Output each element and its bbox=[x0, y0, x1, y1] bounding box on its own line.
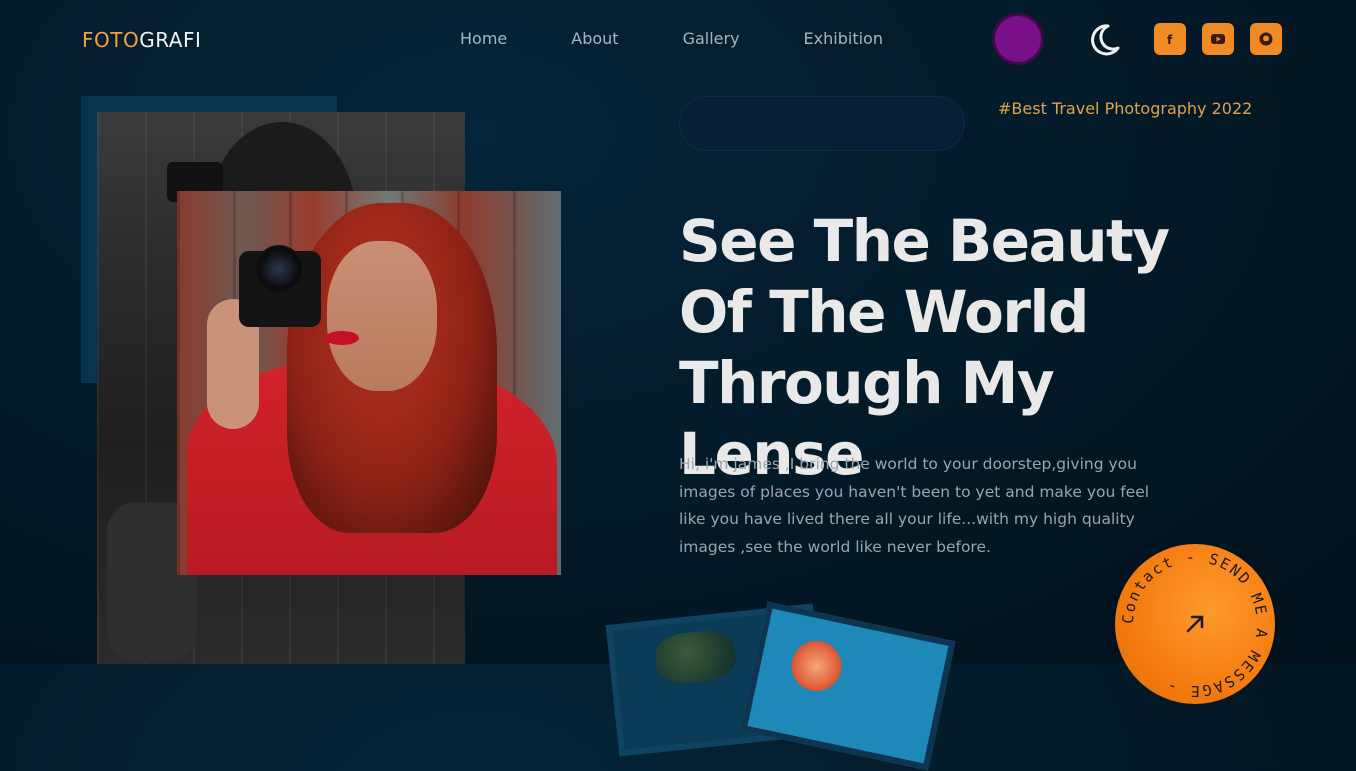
hero-photo bbox=[177, 191, 561, 575]
contact-badge[interactable]: Contact - SEND ME A MESSAGE - bbox=[1115, 544, 1275, 704]
hero-headline: See The Beauty Of The World Through My L… bbox=[679, 207, 1170, 488]
moon-icon[interactable] bbox=[1086, 22, 1122, 58]
tagline: #Best Travel Photography 2022 bbox=[998, 99, 1253, 118]
profile-circle-button[interactable] bbox=[995, 16, 1041, 62]
nav-gallery[interactable]: Gallery bbox=[683, 29, 740, 48]
logo-part-1: FOTO bbox=[82, 28, 140, 52]
facebook-icon[interactable]: f bbox=[1154, 23, 1186, 55]
search-pill[interactable] bbox=[679, 96, 965, 151]
github-icon[interactable] bbox=[1250, 23, 1282, 55]
nav-home[interactable]: Home bbox=[460, 29, 507, 48]
hero-bio: Hi, i'm james ,I bring the world to your… bbox=[679, 455, 1150, 556]
gallery-thumb-2[interactable] bbox=[740, 601, 956, 771]
logo[interactable]: FOTOGRAFI bbox=[82, 28, 201, 52]
youtube-icon[interactable] bbox=[1202, 23, 1234, 55]
nav-exhibition[interactable]: Exhibition bbox=[804, 29, 883, 48]
logo-part-2: GRAFI bbox=[139, 28, 202, 52]
svg-text:f: f bbox=[1167, 33, 1173, 47]
main-nav: Home About Gallery Exhibition bbox=[460, 29, 883, 48]
nav-about[interactable]: About bbox=[571, 29, 618, 48]
arrow-up-right-icon bbox=[1186, 615, 1204, 633]
